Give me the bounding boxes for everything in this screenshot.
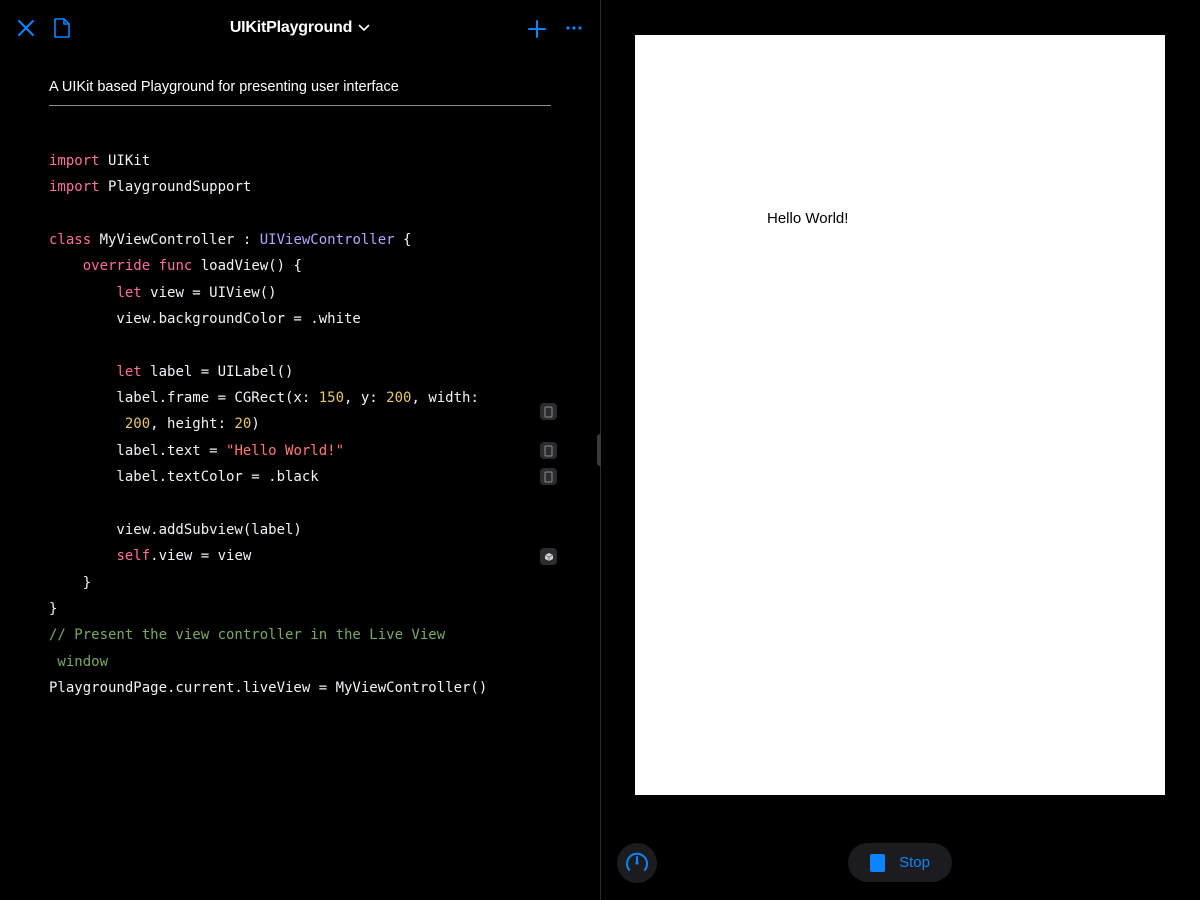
page-title: UIKitPlayground: [229, 19, 353, 36]
code-line[interactable]: [49, 490, 509, 516]
code-line[interactable]: self.view = view: [49, 543, 509, 569]
stop-square-icon: [870, 853, 886, 872]
code-line[interactable]: }: [49, 570, 509, 596]
close-icon: [18, 20, 34, 36]
code-line[interactable]: label.frame = CGRect(x: 150, y: 200, wid…: [49, 385, 509, 411]
chevron-down-icon: [358, 24, 370, 31]
code-line[interactable]: window: [49, 649, 509, 675]
document-button[interactable]: [48, 14, 76, 42]
playground-description[interactable]: A UIKit based Playground for presenting …: [49, 79, 399, 95]
code-line[interactable]: label.text = "Hello World!": [49, 438, 509, 464]
code-line[interactable]: import PlaygroundSupport: [49, 174, 509, 200]
document-icon: [54, 18, 70, 38]
code-line[interactable]: [49, 332, 509, 358]
playground-title-menu[interactable]: UIKitPlayground: [200, 14, 400, 42]
code-line[interactable]: let label = UILabel(): [49, 359, 509, 385]
code-line[interactable]: PlaygroundPage.current.liveView = MyView…: [49, 675, 509, 701]
result-indicator-icon: [544, 471, 553, 482]
more-options-button[interactable]: [560, 14, 588, 42]
result-indicator-icon: [544, 445, 553, 456]
stop-button-label: Stop: [899, 854, 930, 871]
code-line[interactable]: let view = UIView(): [49, 280, 509, 306]
stop-button[interactable]: Stop: [848, 843, 952, 882]
code-line[interactable]: view.addSubview(label): [49, 517, 509, 543]
code-line[interactable]: }: [49, 596, 509, 622]
code-line[interactable]: import UIKit: [49, 148, 509, 174]
hello-label: Hello World!: [767, 210, 849, 227]
plus-icon: [528, 20, 546, 38]
code-line[interactable]: [49, 201, 509, 227]
ellipsis-icon: [566, 26, 582, 30]
code-line[interactable]: class MyViewController : UIViewControlle…: [49, 227, 509, 253]
close-button[interactable]: [12, 14, 40, 42]
result-badge-text[interactable]: [540, 442, 557, 459]
result-indicator-icon: [544, 406, 553, 417]
description-divider: [49, 105, 551, 106]
code-line[interactable]: view.backgroundColor = .white: [49, 306, 509, 332]
code-line[interactable]: label.textColor = .black: [49, 464, 509, 490]
live-view-canvas[interactable]: Hello World!: [635, 35, 1165, 795]
speed-control-button[interactable]: [617, 843, 657, 883]
code-line[interactable]: // Present the view controller in the Li…: [49, 622, 509, 648]
add-button[interactable]: [522, 14, 552, 44]
view-result-icon: [544, 552, 553, 561]
code-line[interactable]: 200, height: 20): [49, 411, 509, 437]
code-editor-pane: UIKitPlayground A UIKit based Playground…: [0, 0, 600, 900]
result-badge-view[interactable]: [540, 548, 557, 565]
result-badge-textcolor[interactable]: [540, 468, 557, 485]
speedometer-icon: [626, 852, 648, 871]
code-area[interactable]: import UIKit import PlaygroundSupport clas…: [49, 148, 509, 701]
live-view-pane: Hello World! Stop: [601, 0, 1200, 900]
result-badge-frame[interactable]: [540, 403, 557, 420]
code-line[interactable]: override func loadView() {: [49, 253, 509, 279]
